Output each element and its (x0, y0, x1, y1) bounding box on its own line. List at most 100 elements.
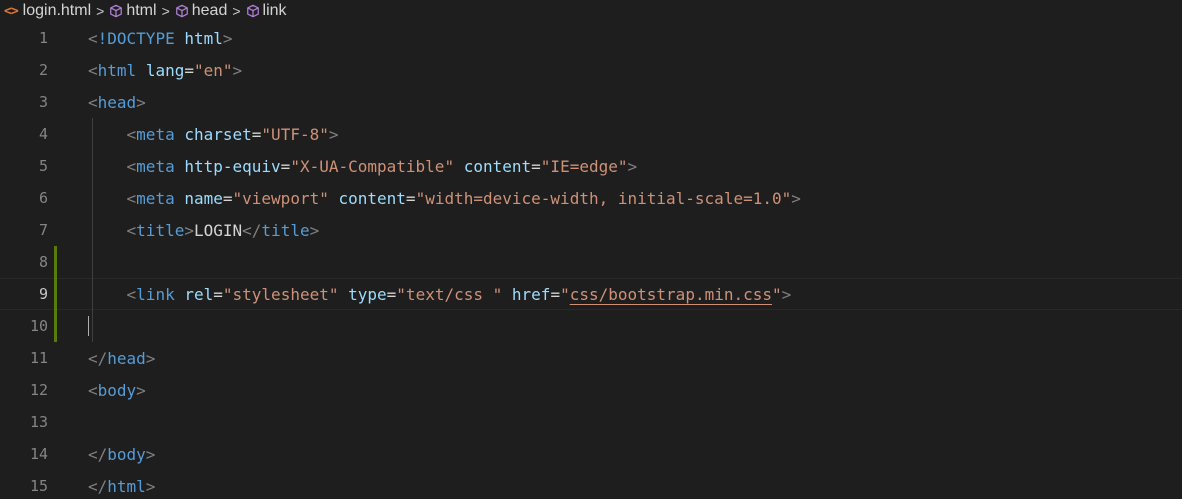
line-number: 9 (38, 285, 48, 303)
code-token-punc: < (126, 284, 137, 304)
code-token-str: "stylesheet" (222, 284, 339, 304)
code-line[interactable]: 2 <html lang="en"> (0, 54, 1182, 86)
code-token-txt: = (405, 188, 416, 208)
line-number: 7 (38, 221, 48, 239)
code-token-punc: > (627, 156, 638, 176)
code-token-txt: = (222, 188, 233, 208)
code-text: <meta http-equiv="X-UA-Compatible" conte… (88, 156, 638, 176)
symbol-cube-icon (110, 4, 123, 18)
code-token-attr: name (184, 188, 223, 208)
code-token-punc: > (136, 380, 146, 400)
code-line[interactable]: 14 </body> (0, 438, 1182, 470)
code-line[interactable]: 12 <body> (0, 374, 1182, 406)
code-line[interactable]: 10 (0, 310, 1182, 342)
code-token-punc: < (88, 92, 98, 112)
code-token-punc: < (126, 188, 137, 208)
line-number: 10 (29, 317, 48, 335)
code-token-tag: head (97, 92, 137, 112)
code-token-punc: > (232, 60, 243, 80)
code-line[interactable]: 11 </head> (0, 342, 1182, 374)
code-text: <link rel="stylesheet" type="text/css " … (88, 284, 792, 304)
code-text: <html lang="en"> (88, 61, 242, 80)
code-link[interactable]: css/bootstrap.min.css (570, 285, 772, 304)
code-editor[interactable]: <> login.html > html > head > link 1 <!DO… (0, 0, 1182, 499)
symbol-cube-icon (175, 4, 188, 18)
code-line[interactable]: 7 <title>LOGIN</title> (0, 214, 1182, 246)
code-token-punc: < (126, 220, 137, 240)
breadcrumb-item-html[interactable]: html (109, 2, 157, 20)
code-token-attr: href (511, 284, 551, 304)
code-token-str: "en" (193, 60, 233, 80)
breadcrumb-item-label: html (126, 2, 157, 19)
code-token-punc: < (88, 380, 98, 400)
code-token-str: "viewport" (232, 188, 329, 208)
code-line[interactable]: 9 <link rel="stylesheet" type="text/css … (0, 278, 1182, 310)
code-token-punc: > (222, 28, 233, 48)
code-token-punc: </ (88, 444, 108, 464)
code-token-punc: > (145, 348, 156, 368)
code-token-txt: = (184, 60, 194, 80)
code-text: <head> (88, 93, 146, 112)
code-token-tag: !DOCTYPE (97, 28, 185, 48)
code-token-tag: title (136, 220, 185, 240)
code-line[interactable]: 1 <!DOCTYPE html> (0, 22, 1182, 54)
line-number: 14 (29, 445, 48, 463)
line-number: 12 (29, 381, 48, 399)
code-token-attr: http-equiv (184, 156, 281, 176)
code-token-punc: < (126, 156, 137, 176)
code-line[interactable]: 6 <meta name="viewport" content="width=d… (0, 182, 1182, 214)
breadcrumb-file[interactable]: <> login.html (0, 2, 91, 20)
code-token-tag: meta (136, 188, 175, 208)
code-text: </html> (88, 477, 155, 496)
breadcrumb-item-link[interactable]: link (246, 2, 287, 20)
code-text: <meta name="viewport" content="width=dev… (88, 189, 801, 208)
code-token-tag: body (97, 380, 137, 400)
symbol-cube-icon (246, 4, 259, 18)
code-token-attr: charset (184, 124, 252, 144)
code-line[interactable]: 5 <meta http-equiv="X-UA-Compatible" con… (0, 150, 1182, 182)
code-token-txt: = (386, 284, 397, 304)
line-number: 6 (38, 189, 48, 207)
code-token-punc: > (184, 220, 194, 240)
code-text: <!DOCTYPE html> (88, 29, 233, 48)
modified-lines-indicator[interactable] (54, 246, 57, 342)
code-area[interactable]: 1 <!DOCTYPE html> 2 <html lang="en"> 3 <head>… (0, 22, 1182, 499)
line-number: 3 (38, 93, 48, 111)
code-line[interactable]: 13 (0, 406, 1182, 438)
code-token-str: " (772, 284, 782, 304)
code-line[interactable]: 3 <head> (0, 86, 1182, 118)
code-token-tag: meta (136, 124, 175, 144)
breadcrumb: <> login.html > html > head > link (0, 0, 1182, 22)
code-token-punc: > (781, 284, 792, 304)
breadcrumb-item-label: link (262, 2, 287, 19)
code-token-tag: body (107, 444, 146, 464)
code-line[interactable]: 4 <meta charset="UTF-8"> (0, 118, 1182, 150)
line-number: 5 (38, 157, 48, 175)
code-line[interactable]: 8 (0, 246, 1182, 278)
code-token-str: "IE=edge" (540, 156, 628, 176)
code-text: <title>LOGIN</title> (88, 220, 320, 240)
code-token-txt: = (251, 124, 262, 144)
code-token-tag: html (107, 476, 146, 496)
line-number: 11 (29, 349, 48, 367)
code-token-txt: = (213, 284, 223, 304)
line-number: 8 (38, 253, 48, 271)
line-number: 2 (38, 61, 48, 79)
code-token-tag: head (107, 348, 146, 368)
code-token-str: "width=device-width, initial-scale=1.0" (415, 188, 792, 208)
text-cursor (88, 316, 89, 336)
code-line[interactable]: 15 </html> (0, 470, 1182, 499)
code-token-txt: = (531, 156, 541, 176)
code-token-txt: = (550, 284, 561, 304)
breadcrumb-item-head[interactable]: head (175, 2, 227, 20)
